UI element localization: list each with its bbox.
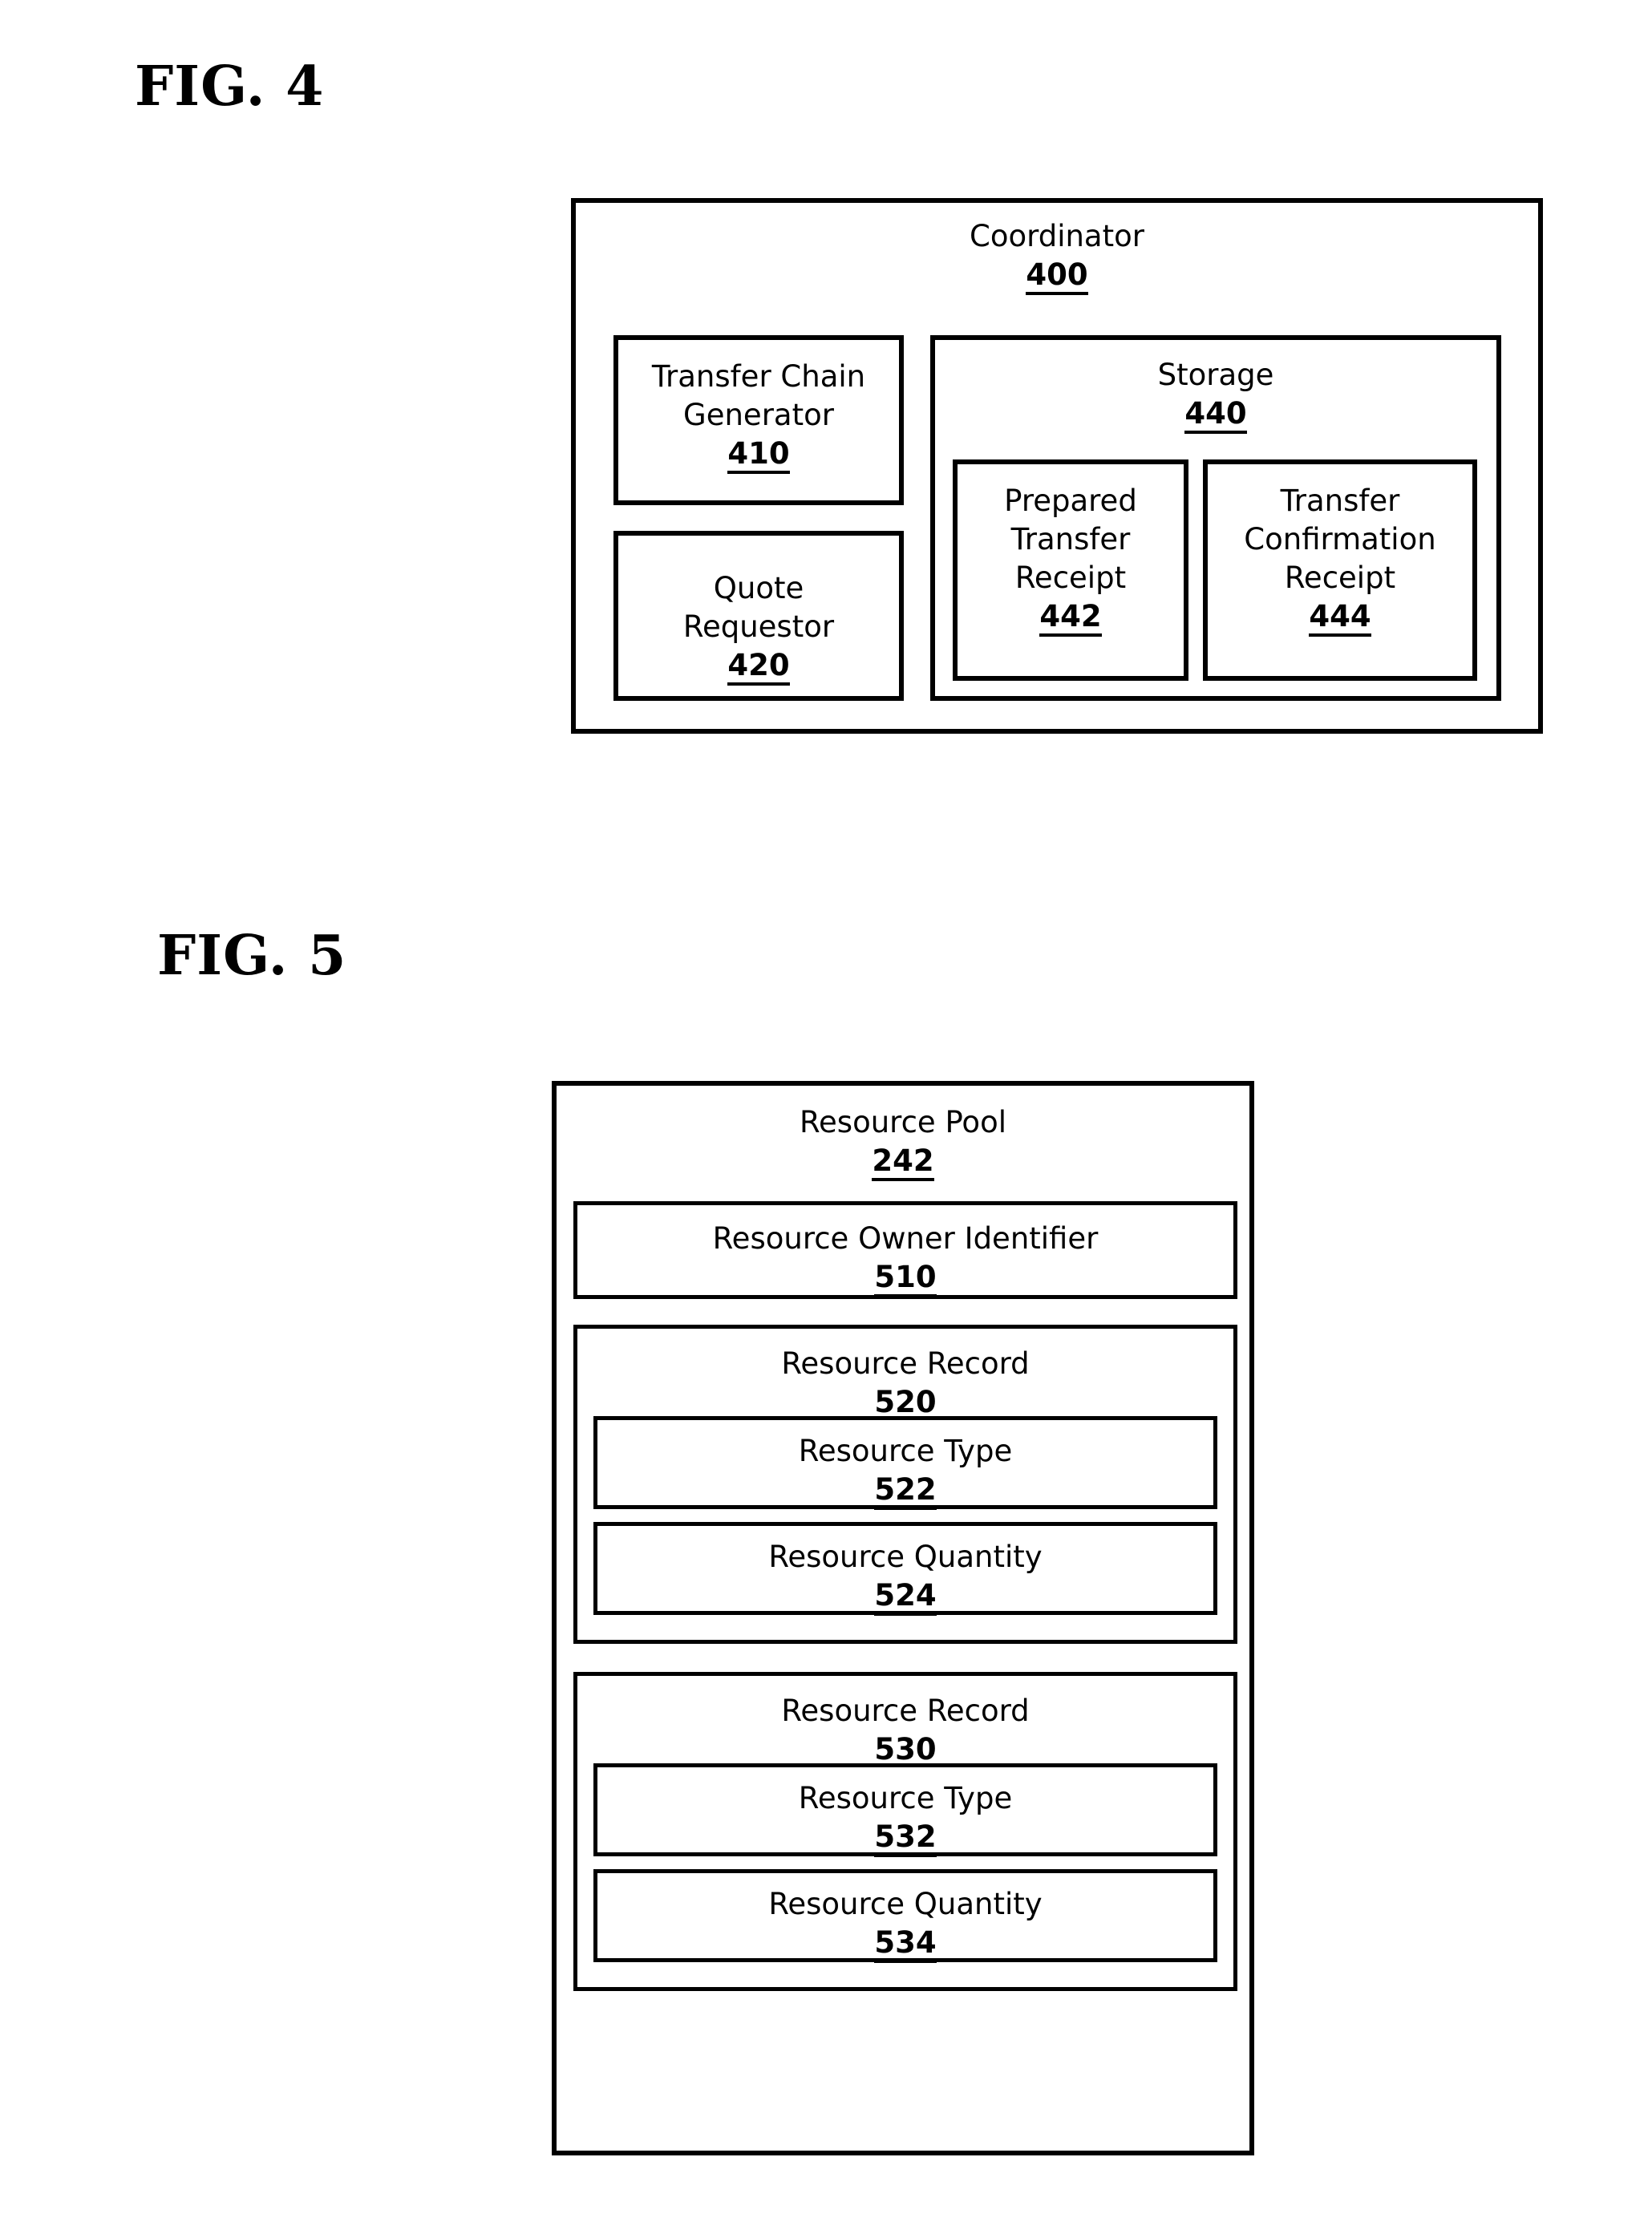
resource-type-522-block: Resource Type 522	[593, 1416, 1217, 1510]
resource-quantity-534-reference-numeral: 534	[874, 1927, 937, 1963]
prepared-transfer-receipt-title: Prepared Transfer Receipt	[1004, 484, 1137, 596]
resource-quantity-524-block: Resource Quantity 524	[593, 1522, 1217, 1616]
quote-requestor-title: Quote Requestor	[682, 571, 835, 645]
resource-owner-identifier-caption: Resource Owner Identifier 510	[577, 1220, 1233, 1297]
resource-owner-identifier-title: Resource Owner Identifier	[712, 1221, 1099, 1256]
resource-type-522-caption: Resource Type 522	[597, 1432, 1213, 1510]
prepared-transfer-receipt-block: Prepared Transfer Receipt 442	[953, 459, 1188, 681]
coordinator-title: Coordinator	[970, 219, 1144, 253]
quote-requestor-reference-numeral: 420	[727, 650, 790, 686]
storage-caption: Storage 440	[935, 356, 1496, 434]
resource-type-532-block: Resource Type 532	[593, 1763, 1217, 1857]
resource-type-522-title: Resource Type	[798, 1434, 1013, 1468]
resource-record-530-title: Resource Record	[781, 1694, 1030, 1728]
resource-record-520-title: Resource Record	[781, 1346, 1030, 1381]
prepared-transfer-receipt-caption: Prepared Transfer Receipt 442	[958, 482, 1184, 637]
resource-owner-identifier-block: Resource Owner Identifier 510	[573, 1201, 1237, 1299]
transfer-chain-generator-title: Transfer Chain Generator	[651, 359, 866, 433]
resource-type-522-reference-numeral: 522	[874, 1474, 937, 1510]
resource-quantity-534-caption: Resource Quantity 534	[597, 1885, 1213, 1963]
storage-title: Storage	[1157, 358, 1274, 392]
resource-quantity-524-title: Resource Quantity	[768, 1540, 1043, 1574]
resource-quantity-534-title: Resource Quantity	[768, 1887, 1043, 1921]
transfer-confirmation-receipt-caption: Transfer Confirmation Receipt 444	[1208, 482, 1472, 637]
resource-quantity-534-block: Resource Quantity 534	[593, 1869, 1217, 1963]
resource-quantity-524-caption: Resource Quantity 524	[597, 1538, 1213, 1616]
storage-reference-numeral: 440	[1184, 398, 1247, 434]
transfer-confirmation-receipt-block: Transfer Confirmation Receipt 444	[1203, 459, 1477, 681]
transfer-confirmation-receipt-reference-numeral: 444	[1309, 601, 1371, 637]
transfer-chain-generator-caption: Transfer Chain Generator 410	[618, 358, 899, 475]
resource-record-530-caption: Resource Record 530	[577, 1692, 1233, 1770]
resource-pool-reference-numeral: 242	[872, 1145, 934, 1181]
transfer-chain-generator-block: Transfer Chain Generator 410	[613, 335, 904, 505]
transfer-chain-generator-reference-numeral: 410	[727, 438, 790, 475]
figure-5-label: FIG. 5	[157, 924, 347, 988]
quote-requestor-caption: Quote Requestor 420	[618, 569, 899, 686]
resource-pool-caption: Resource Pool 242	[557, 1103, 1249, 1181]
figure-4-label: FIG. 4	[135, 55, 325, 119]
resource-type-532-caption: Resource Type 532	[597, 1779, 1213, 1857]
transfer-confirmation-receipt-title: Transfer Confirmation Receipt	[1244, 484, 1436, 596]
resource-quantity-524-reference-numeral: 524	[874, 1580, 937, 1616]
resource-type-532-reference-numeral: 532	[874, 1821, 937, 1857]
quote-requestor-block: Quote Requestor 420	[613, 531, 904, 701]
coordinator-reference-numeral: 400	[1026, 259, 1088, 295]
prepared-transfer-receipt-reference-numeral: 442	[1039, 601, 1102, 637]
coordinator-caption: Coordinator 400	[576, 217, 1538, 295]
resource-record-520-caption: Resource Record 520	[577, 1345, 1233, 1423]
resource-type-532-title: Resource Type	[798, 1781, 1013, 1815]
resource-owner-identifier-reference-numeral: 510	[874, 1261, 937, 1297]
resource-pool-title: Resource Pool	[800, 1105, 1006, 1139]
